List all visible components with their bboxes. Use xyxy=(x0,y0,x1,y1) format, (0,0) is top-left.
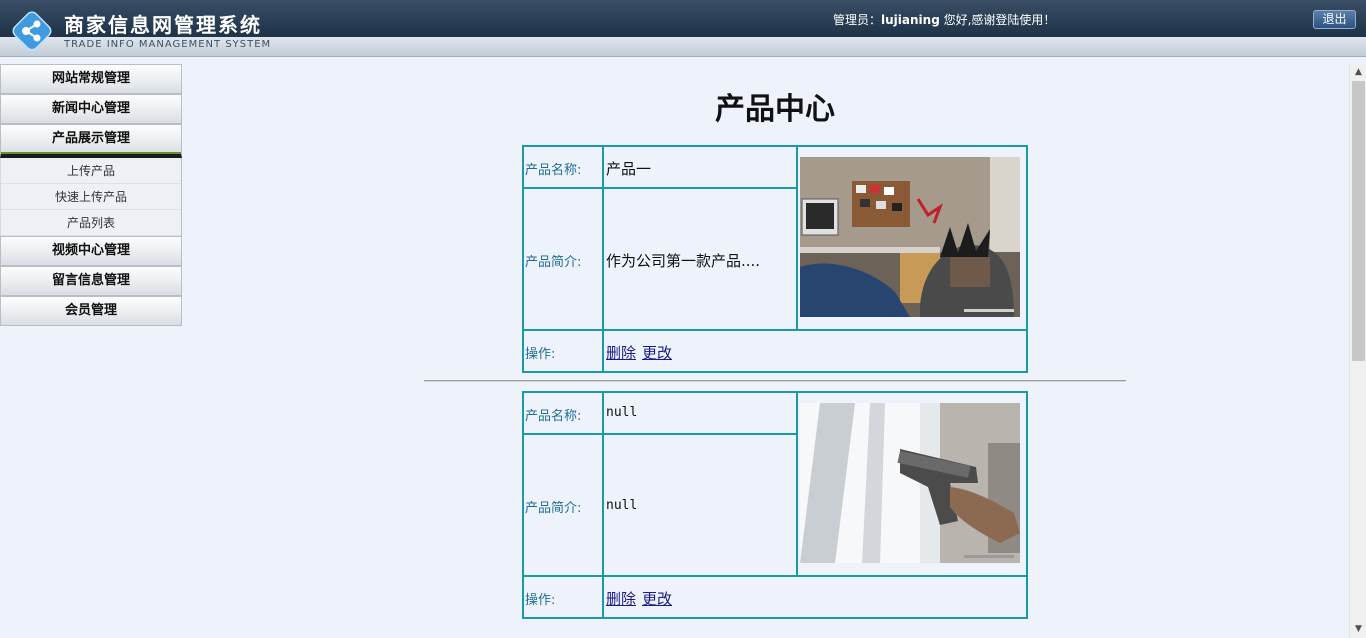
menu-video-center[interactable]: 视频中心管理 xyxy=(0,236,182,266)
actions-label-cell: 操作: xyxy=(524,577,604,617)
menu-news-center[interactable]: 新闻中心管理 xyxy=(0,94,182,124)
app-subtitle: TRADE INFO MANAGEMENT SYSTEM xyxy=(64,39,272,50)
name-label: 产品名称: xyxy=(525,409,582,424)
edit-link[interactable]: 更改 xyxy=(642,590,672,608)
actions-cell: 删除 更改 xyxy=(604,577,1026,617)
submenu-quick-upload-product[interactable]: 快速上传产品 xyxy=(1,184,181,210)
scrollbar-thumb[interactable] xyxy=(1352,81,1365,361)
intro-label-cell: 产品简介: xyxy=(524,189,604,331)
submenu-upload-product[interactable]: 上传产品 xyxy=(1,158,181,184)
intro-value-cell: 作为公司第一款产品.... xyxy=(604,189,798,331)
name-label: 产品名称: xyxy=(525,163,582,178)
menu-site-settings[interactable]: 网站常规管理 xyxy=(0,64,182,94)
product-card: 产品名称: 产品一 产品简介: 作为公司第一款产品.... 操作: 删除 更改 xyxy=(522,145,1028,373)
welcome-message: 管理员：lujianing 您好,感谢登陆使用！ xyxy=(833,11,1055,28)
actions-label-cell: 操作: xyxy=(524,331,604,371)
welcome-prefix: 管理员： xyxy=(833,13,882,27)
name-label-cell: 产品名称: xyxy=(524,147,604,189)
delete-link[interactable]: 删除 xyxy=(606,344,636,362)
name-value-cell: null xyxy=(604,393,798,435)
intro-value-cell: null xyxy=(604,435,798,577)
delete-link[interactable]: 删除 xyxy=(606,590,636,608)
actions-label: 操作: xyxy=(525,593,556,608)
submenu-product-list[interactable]: 产品列表 xyxy=(1,210,181,236)
menu-members[interactable]: 会员管理 xyxy=(0,296,182,326)
scroll-down-arrow-icon[interactable]: ▼ xyxy=(1350,621,1366,638)
intro-label-cell: 产品简介: xyxy=(524,435,604,577)
product-divider xyxy=(424,380,1126,382)
product-intro: 作为公司第一款产品.... xyxy=(606,252,761,270)
welcome-suffix: 您好,感谢登陆使用！ xyxy=(939,13,1056,27)
scroll-up-arrow-icon[interactable]: ▲ xyxy=(1350,64,1366,81)
top-header: 商家信息网管理系统 TRADE INFO MANAGEMENT SYSTEM 管… xyxy=(0,0,1366,57)
product-photo-room xyxy=(800,157,1020,317)
product-card: 产品名称: null 产品简介: null 操作: 删除 更改 xyxy=(522,391,1028,619)
product-submenu: 上传产品 快速上传产品 产品列表 xyxy=(0,158,182,236)
page-title: 产品中心 xyxy=(715,92,835,127)
actions-cell: 删除 更改 xyxy=(604,331,1026,371)
name-label-cell: 产品名称: xyxy=(524,393,604,435)
product-name: null xyxy=(606,405,638,420)
intro-label: 产品简介: xyxy=(525,501,582,516)
product-name: 产品一 xyxy=(606,160,652,178)
intro-label: 产品简介: xyxy=(525,255,582,270)
name-value-cell: 产品一 xyxy=(604,147,798,189)
vertical-scrollbar[interactable]: ▲ ▼ xyxy=(1349,64,1366,638)
sidebar: 网站常规管理 新闻中心管理 产品展示管理 上传产品 快速上传产品 产品列表 视频… xyxy=(0,64,182,326)
logout-button[interactable]: 退出 xyxy=(1313,10,1356,29)
menu-messages[interactable]: 留言信息管理 xyxy=(0,266,182,296)
menu-product-showcase[interactable]: 产品展示管理 xyxy=(0,124,182,158)
edit-link[interactable]: 更改 xyxy=(642,344,672,362)
username: lujianing xyxy=(881,13,940,27)
app-title: 商家信息网管理系统 xyxy=(64,13,262,37)
product-intro: null xyxy=(606,498,638,513)
product-photo-pistol xyxy=(800,403,1020,563)
actions-label: 操作: xyxy=(525,347,556,362)
logo-icon xyxy=(12,11,52,51)
